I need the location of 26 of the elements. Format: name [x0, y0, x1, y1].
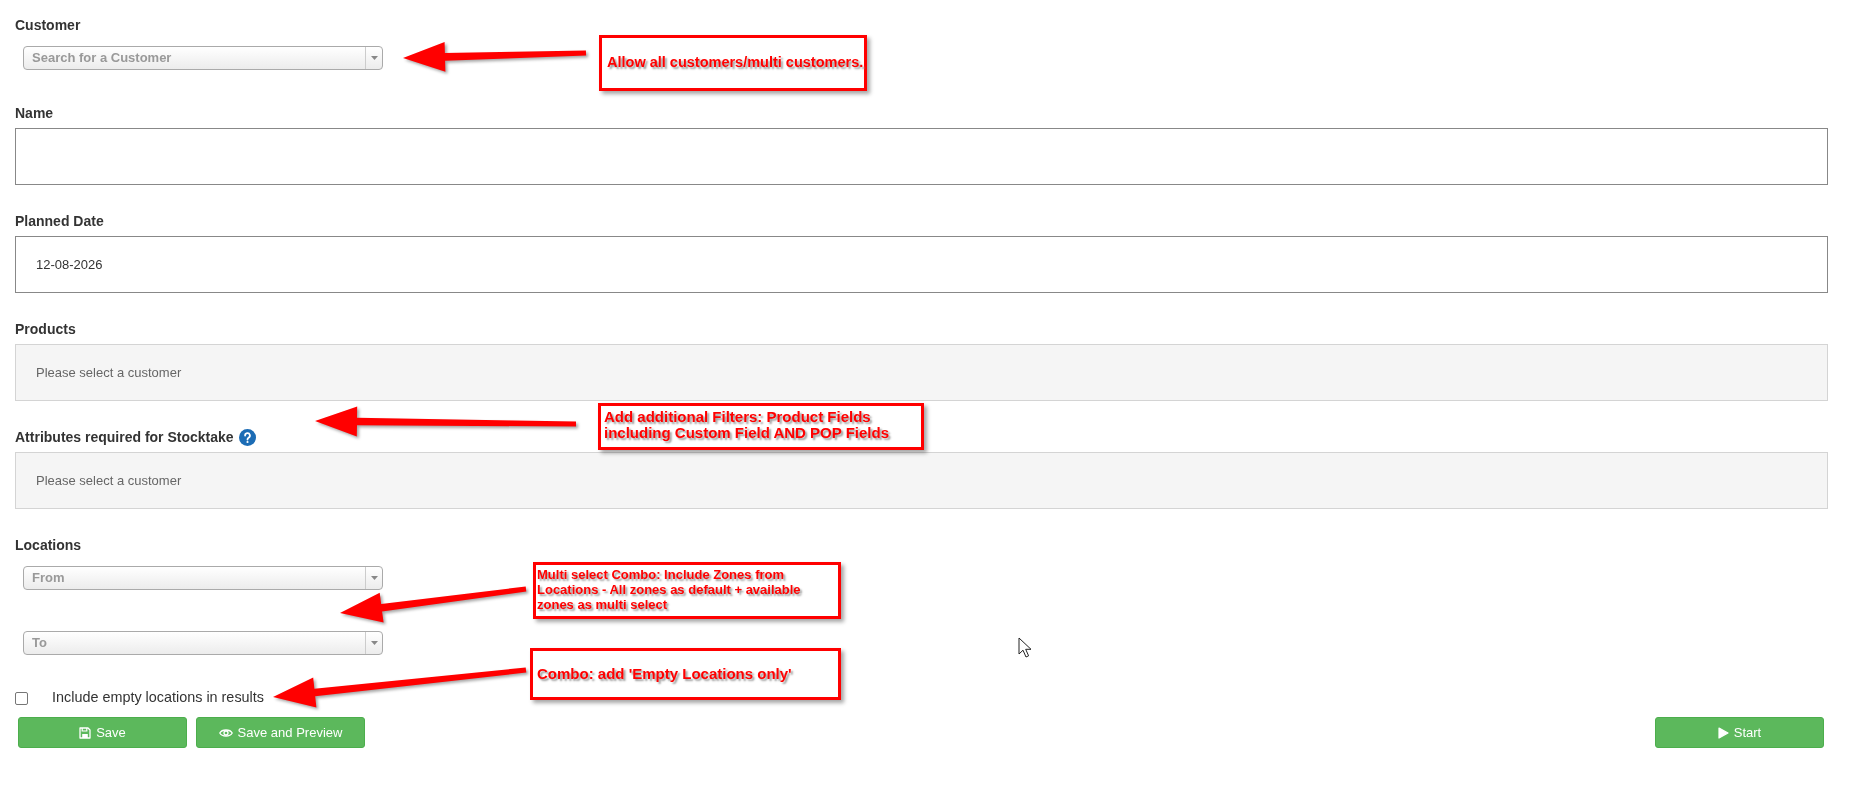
annotation-note: Multi select Combo: Include Zones from Locations - All zones as default + available zones as multi select	[533, 562, 841, 619]
field-label: Attributes required for Stocktake	[15, 428, 234, 447]
annotation-note: Add additional Filters: Product Fields including Custom Field AND POP Fields	[598, 403, 924, 450]
mouse-pointer-icon	[1018, 637, 1032, 658]
play-icon	[1717, 726, 1729, 739]
select-dropdown[interactable]: Search for a Customer	[23, 46, 383, 70]
field-label: Name	[15, 104, 54, 123]
placeholder-text: Please select a customer	[36, 471, 182, 490]
text-input[interactable]	[15, 128, 1828, 185]
select-dropdown[interactable]: To	[23, 631, 383, 655]
field-label: Customer	[15, 16, 81, 35]
field-label: Planned Date	[15, 212, 104, 231]
checkbox[interactable]	[15, 691, 28, 705]
checkbox-label: Include empty locations in results	[52, 688, 264, 708]
eye-icon	[218, 727, 233, 738]
start-button[interactable]: Start	[1655, 717, 1824, 748]
placeholder-text: Please select a customer	[36, 363, 182, 382]
save-button[interactable]: Save	[18, 717, 187, 748]
save-and-preview-button[interactable]: Save and Preview	[196, 717, 365, 748]
help-icon[interactable]	[238, 428, 256, 446]
field-label: Locations	[15, 536, 82, 555]
annotation-note: Allow all customers/multi customers.	[599, 35, 867, 91]
text-input[interactable]: 12-08-2026	[15, 236, 1828, 293]
select-dropdown[interactable]: From	[23, 566, 383, 590]
annotation-note: Combo: add 'Empty Locations only'	[530, 648, 841, 700]
field-label: Products	[15, 320, 76, 339]
